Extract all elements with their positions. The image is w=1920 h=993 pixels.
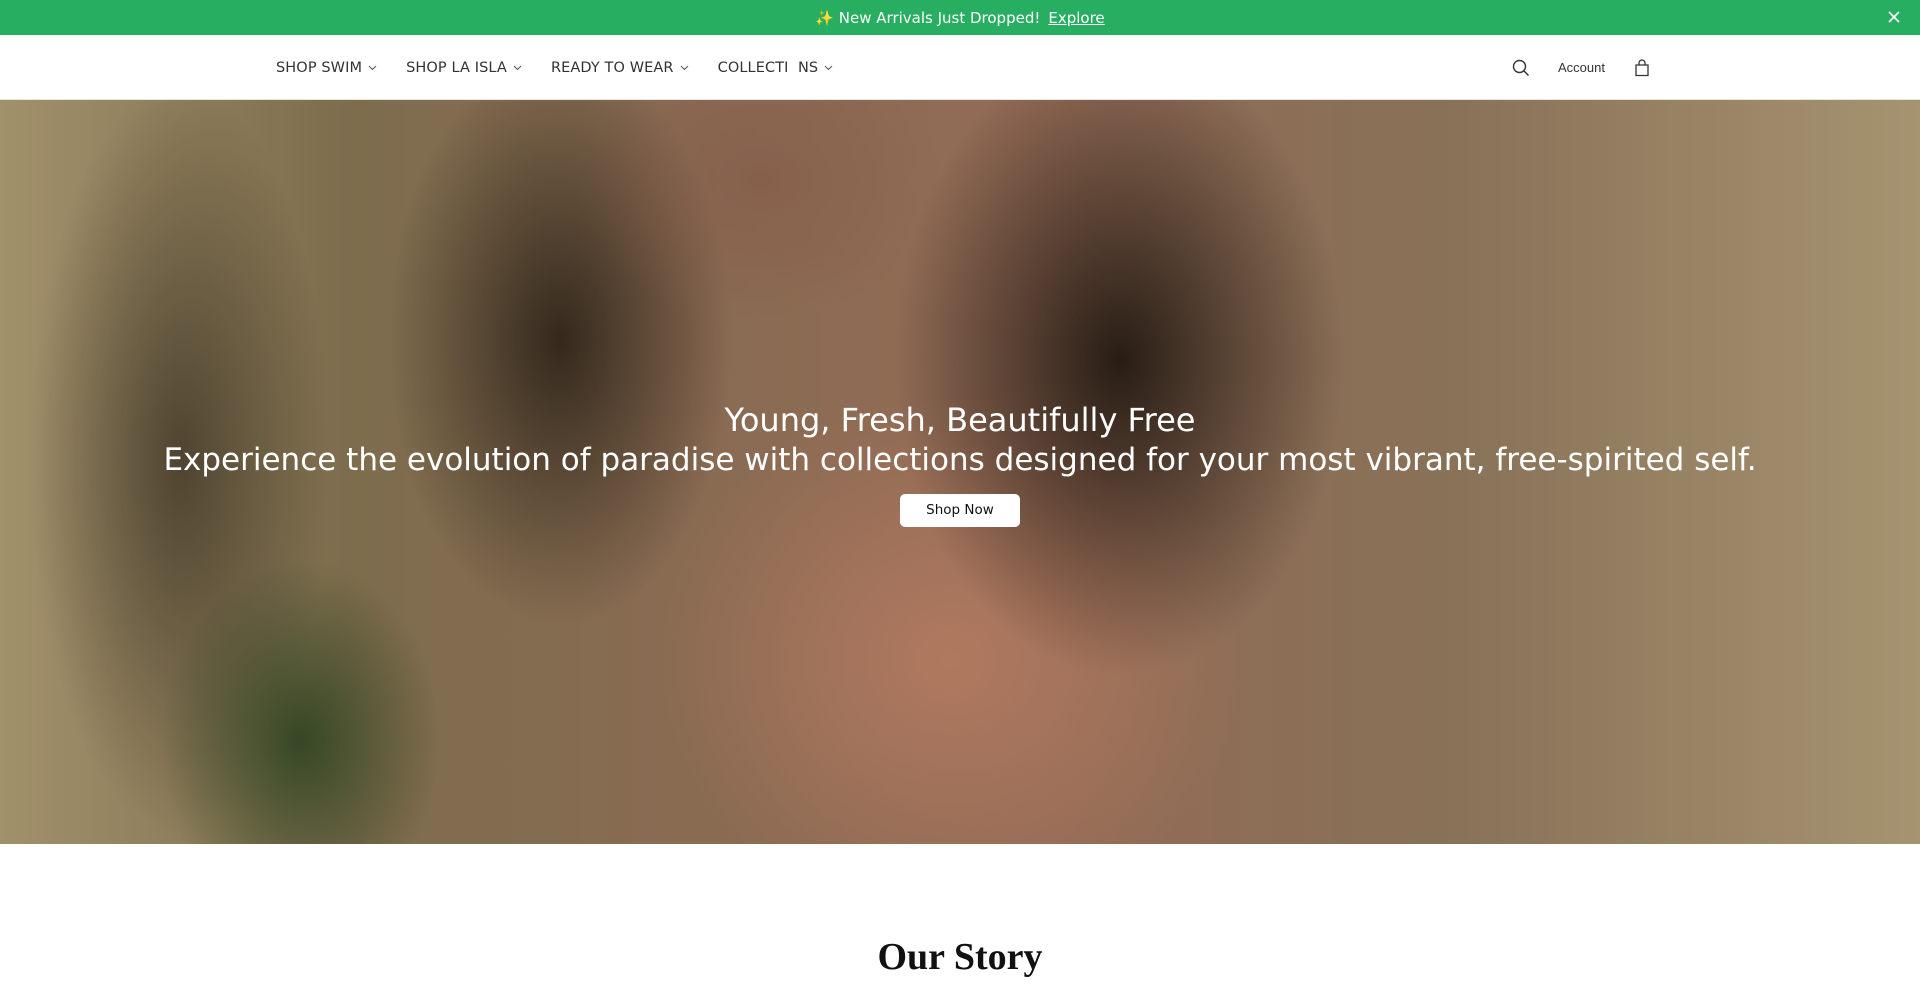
hero-banner: Young, Fresh, Beautifully Free Experienc… (0, 100, 1920, 844)
announcement-message: ✨ New Arrivals Just Dropped! (815, 8, 1041, 27)
close-announcement-button[interactable] (1884, 7, 1904, 27)
search-button[interactable] (1510, 57, 1532, 79)
nav-item-collections[interactable]: COLLECTI NS (718, 60, 834, 76)
our-story-heading: Our Story (877, 936, 1043, 978)
nav-item-ready-to-wear[interactable]: READY TO WEAR (551, 60, 689, 76)
account-link[interactable]: Account (1558, 60, 1605, 75)
nav-item-shop-la-isla[interactable]: SHOP LA ISLA (406, 60, 522, 76)
nav-item-label: SHOP SWIM (276, 59, 363, 76)
header-actions: Account (1510, 35, 1653, 100)
site-header: SHOP SWIM SHOP LA ISLA READY TO WEAR COL… (0, 35, 1920, 100)
cart-button[interactable] (1631, 57, 1653, 79)
hero-subtitle: Experience the evolution of paradise wit… (163, 442, 1757, 478)
nav-item-label: COLLECTI NS (717, 59, 819, 76)
chevron-down-icon (824, 65, 833, 71)
main-nav: SHOP SWIM SHOP LA ISLA READY TO WEAR COL… (276, 35, 862, 100)
announcement-bar: ✨ New Arrivals Just Dropped! Explore (0, 0, 1920, 35)
chevron-down-icon (513, 65, 522, 71)
shop-now-button[interactable]: Shop Now (900, 494, 1020, 527)
nav-item-label: SHOP LA ISLA (406, 59, 507, 76)
nav-item-label: READY TO WEAR (550, 59, 674, 76)
chevron-down-icon (680, 65, 689, 71)
search-icon (1512, 59, 1529, 76)
hero-content: Young, Fresh, Beautifully Free Experienc… (0, 400, 1920, 527)
nav-item-shop-swim[interactable]: SHOP SWIM (276, 60, 377, 76)
shopping-bag-icon (1635, 58, 1649, 76)
close-icon (1888, 11, 1900, 23)
explore-link[interactable]: Explore (1048, 9, 1104, 27)
hero-title: Young, Fresh, Beautifully Free (724, 401, 1196, 439)
chevron-down-icon (368, 65, 377, 71)
